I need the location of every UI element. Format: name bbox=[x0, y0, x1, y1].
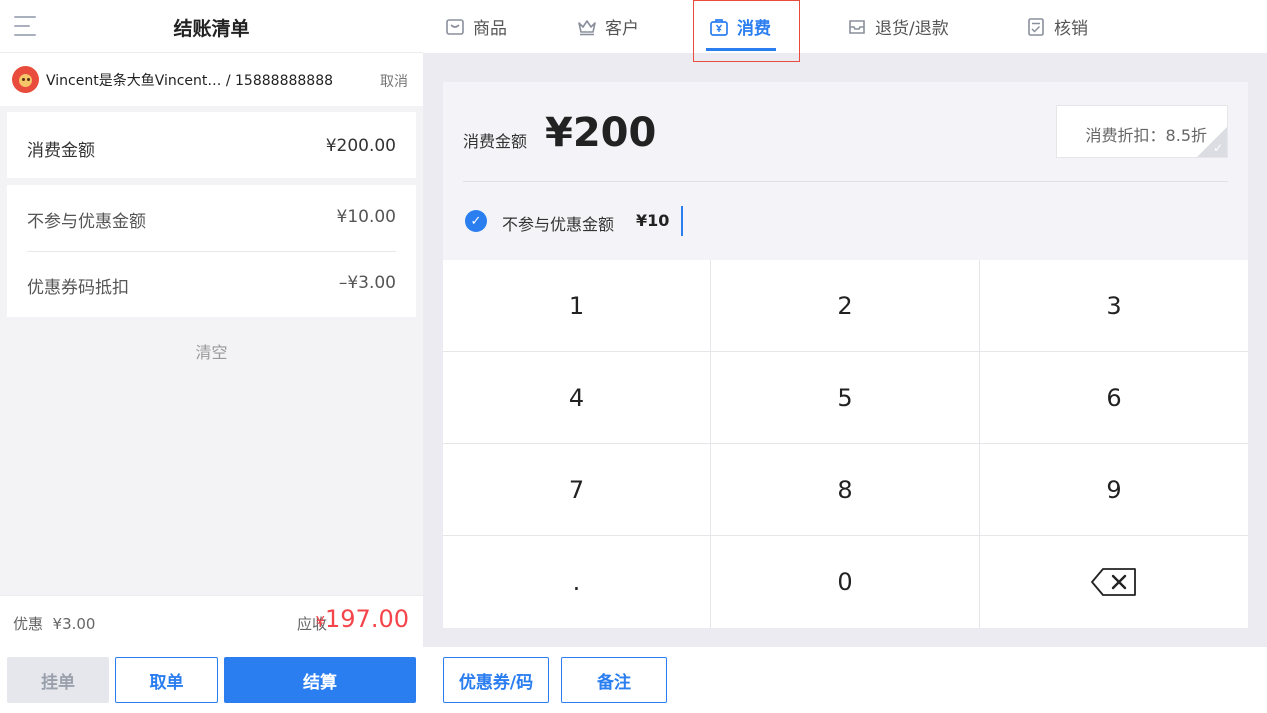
exclude-label: 不参与优惠金额 bbox=[502, 215, 615, 234]
key-backspace[interactable] bbox=[980, 536, 1248, 628]
exclude-amount-input[interactable]: ¥10 bbox=[636, 211, 669, 230]
checkout-title: 结账清单 bbox=[173, 18, 250, 40]
checkout-actions: 挂单 取单 结算 bbox=[0, 647, 423, 713]
numeric-keypad: 1 2 3 4 5 6 7 8 9 . 0 bbox=[443, 260, 1248, 628]
bag-icon bbox=[446, 18, 464, 35]
discount-badge-label: 消费折扣：8.5折 bbox=[1085, 126, 1207, 145]
clear-button[interactable]: 清空 bbox=[0, 339, 423, 363]
due-amount: ¥197.00 bbox=[315, 605, 409, 633]
key-dot[interactable]: . bbox=[443, 536, 711, 628]
checklist-icon bbox=[1028, 17, 1044, 36]
return-box-icon bbox=[849, 19, 865, 34]
discount-badge[interactable]: 消费折扣：8.5折 ✓ bbox=[1056, 105, 1228, 158]
tab-label: 退货/退款 bbox=[875, 19, 949, 39]
note-button[interactable]: 备注 bbox=[561, 657, 667, 703]
key-6[interactable]: 6 bbox=[980, 352, 1248, 444]
hold-order-button[interactable]: 挂单 bbox=[7, 657, 109, 703]
excluded-row: 不参与优惠金额 ¥10.00 bbox=[7, 185, 416, 251]
avatar bbox=[12, 66, 39, 93]
key-0[interactable]: 0 bbox=[711, 536, 980, 628]
customer-name: Vincent是条大鱼Vincent… / 15888888888 bbox=[46, 73, 334, 89]
discount-summary: 优惠 ¥3.00 bbox=[13, 615, 96, 633]
consume-input-area: 消费金额 ¥200 消费折扣：8.5折 ✓ ✓ 不参与优惠金额 ¥10 bbox=[443, 82, 1248, 260]
summary-bar: 优惠 ¥3.00 应收 ¥197.00 bbox=[0, 595, 423, 647]
customer-row: Vincent是条大鱼Vincent… / 15888888888 取消 bbox=[0, 53, 423, 106]
checkout-button[interactable]: 结算 bbox=[224, 657, 416, 703]
key-9[interactable]: 9 bbox=[980, 444, 1248, 536]
tab-label: 商品 bbox=[473, 19, 507, 39]
tab-label: 核销 bbox=[1054, 19, 1088, 39]
take-order-button[interactable]: 取单 bbox=[115, 657, 218, 703]
amount-card: 消费金额 ¥200.00 bbox=[7, 112, 416, 178]
cancel-customer-link[interactable]: 取消 bbox=[380, 71, 408, 91]
excluded-label: 不参与优惠金额 bbox=[27, 212, 146, 232]
tab-customer[interactable]: 客户 bbox=[577, 0, 639, 53]
tab-label: 客户 bbox=[605, 19, 639, 39]
coupon-value: –¥3.00 bbox=[338, 273, 396, 293]
amount-value: ¥200.00 bbox=[325, 136, 396, 156]
pos-app: 结账清单 Vincent是条大鱼Vincent… / 15888888888 取… bbox=[0, 0, 1267, 713]
backspace-icon bbox=[1091, 568, 1136, 596]
consume-actions: 优惠券/码 备注 bbox=[423, 647, 1267, 713]
tab-verify[interactable]: 核销 bbox=[1026, 0, 1088, 53]
divider bbox=[463, 181, 1228, 182]
consume-amount-value: ¥200 bbox=[545, 110, 657, 156]
tab-bar: 商品 客户 消费 退货/退款 核销 bbox=[423, 0, 1267, 53]
crown-icon bbox=[578, 19, 596, 35]
tab-highlight-box bbox=[693, 0, 800, 62]
key-1[interactable]: 1 bbox=[443, 260, 711, 352]
excluded-value: ¥10.00 bbox=[336, 207, 396, 227]
checkout-panel: 结账清单 Vincent是条大鱼Vincent… / 15888888888 取… bbox=[0, 0, 423, 713]
coupon-button[interactable]: 优惠券/码 bbox=[443, 657, 549, 703]
tab-returns[interactable]: 退货/退款 bbox=[847, 0, 949, 53]
consume-amount-label: 消费金额 bbox=[463, 132, 528, 151]
key-7[interactable]: 7 bbox=[443, 444, 711, 536]
key-4[interactable]: 4 bbox=[443, 352, 711, 444]
workspace-panel: 商品 客户 消费 退货/退款 核销 消费金额 ¥200 消费折扣：8.5折 ✓ … bbox=[423, 0, 1267, 713]
coupon-row: 优惠券码抵扣 –¥3.00 bbox=[7, 251, 416, 317]
text-caret bbox=[681, 206, 683, 236]
due-currency: ¥ bbox=[315, 613, 326, 631]
details-card: 不参与优惠金额 ¥10.00 优惠券码抵扣 –¥3.00 bbox=[7, 185, 416, 317]
key-5[interactable]: 5 bbox=[711, 352, 980, 444]
tab-goods[interactable]: 商品 bbox=[445, 0, 507, 53]
check-icon: ✓ bbox=[1212, 141, 1223, 155]
exclude-checkbox[interactable]: ✓ bbox=[465, 210, 487, 232]
coupon-label: 优惠券码抵扣 bbox=[27, 278, 129, 298]
key-2[interactable]: 2 bbox=[711, 260, 980, 352]
checkout-header: 结账清单 bbox=[0, 0, 423, 53]
amount-label: 消费金额 bbox=[27, 141, 95, 161]
key-8[interactable]: 8 bbox=[711, 444, 980, 536]
key-3[interactable]: 3 bbox=[980, 260, 1248, 352]
due-value: 197.00 bbox=[325, 605, 409, 633]
